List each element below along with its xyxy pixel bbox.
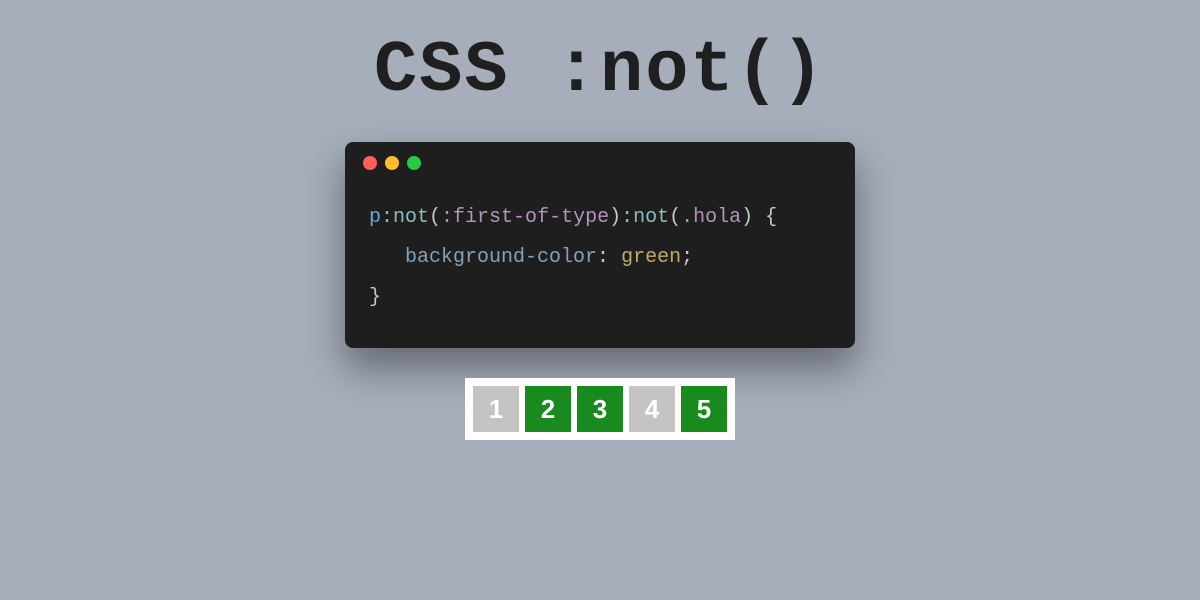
close-icon (363, 156, 377, 170)
page-title: CSS :not() (374, 30, 826, 112)
code-token-pseudo: :not (381, 206, 429, 229)
code-indent (369, 246, 405, 269)
window-header (345, 142, 855, 178)
code-token-paren: ( (429, 206, 441, 229)
demo-box: 2 (525, 386, 571, 432)
code-token-colon: : (597, 246, 621, 269)
boxes-demo: 1 2 3 4 5 (465, 378, 735, 440)
code-token-brace: { (765, 206, 777, 229)
code-token-paren: ) (609, 206, 621, 229)
minimize-icon (385, 156, 399, 170)
demo-box: 1 (473, 386, 519, 432)
demo-box: 4 (629, 386, 675, 432)
maximize-icon (407, 156, 421, 170)
code-token-pseudo: :not (621, 206, 669, 229)
demo-box: 3 (577, 386, 623, 432)
demo-box: 5 (681, 386, 727, 432)
code-token-semi: ; (681, 246, 693, 269)
code-window: p:not(:first-of-type):not(.hola) { backg… (345, 142, 855, 348)
code-token-paren: ) (741, 206, 753, 229)
code-token-value: green (621, 246, 681, 269)
code-line-3: } (369, 278, 831, 318)
code-token-space (753, 206, 765, 229)
code-token-paren: ( (669, 206, 681, 229)
code-token-brace: } (369, 286, 381, 309)
code-token-arg: .hola (681, 206, 741, 229)
code-token-arg: :first-of-type (441, 206, 609, 229)
code-line-1: p:not(:first-of-type):not(.hola) { (369, 198, 831, 238)
code-body: p:not(:first-of-type):not(.hola) { backg… (345, 178, 855, 348)
code-token-property: background-color (405, 246, 597, 269)
code-line-2: background-color: green; (369, 238, 831, 278)
code-token-tag: p (369, 206, 381, 229)
